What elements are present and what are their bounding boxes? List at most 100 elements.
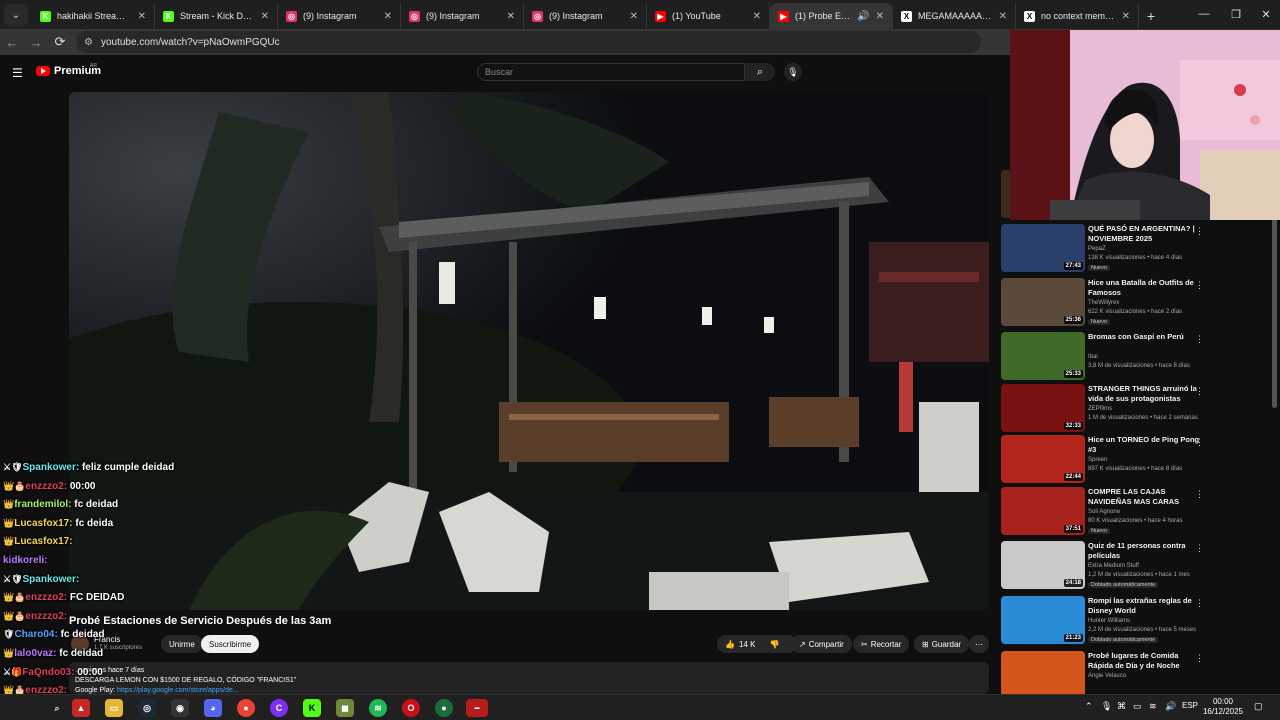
notification-icon[interactable]: ▢ (1254, 701, 1263, 712)
forward-button[interactable]: → (24, 31, 48, 53)
browser-tab[interactable]: Xno context memes e ✕ (1016, 3, 1139, 29)
video-thumbnail[interactable]: 24:18 (1001, 541, 1085, 589)
tab-close-icon[interactable]: ✕ (138, 11, 146, 22)
reload-button[interactable]: ⟳ (48, 31, 72, 53)
app-icon-red[interactable]: ▲ (72, 699, 90, 717)
more-options-icon[interactable]: ⋮ (1195, 334, 1204, 345)
video-title[interactable]: Quiz de 11 personas contra películas (1088, 541, 1203, 560)
language-indicator[interactable]: ESP (1182, 701, 1198, 710)
more-actions-button[interactable]: ⋯ (969, 635, 989, 653)
recommendation-item[interactable]: 25:36 Hice una Batalla de Outfits de Famo… (1001, 278, 1271, 328)
search-button[interactable]: ⌕ (745, 63, 775, 81)
chat-username[interactable]: Lucasfox17: (14, 536, 72, 547)
clock[interactable]: 00:00 16/12/2025 (1198, 697, 1248, 717)
tab-close-icon[interactable]: ✕ (630, 11, 638, 22)
video-thumbnail[interactable] (1001, 651, 1085, 699)
microphone-tray-icon[interactable]: 🎙 (1101, 701, 1112, 712)
minecraft-icon[interactable]: ◼ (336, 699, 354, 717)
chat-username[interactable]: frandemilol: (14, 499, 71, 510)
save-button[interactable]: ⊞ Guardar (914, 635, 970, 653)
chat-username[interactable]: Charo04: (14, 629, 57, 640)
video-title[interactable]: Rompí las extrañas reglas de Disney Worl… (1088, 596, 1203, 615)
tab-close-icon[interactable]: ✕ (753, 11, 761, 22)
tab-close-icon[interactable]: ✕ (507, 11, 515, 22)
more-options-icon[interactable]: ⋮ (1195, 598, 1204, 609)
tab-audio-icon[interactable]: 🔊 (857, 11, 869, 22)
more-options-icon[interactable]: ⋮ (1195, 653, 1204, 664)
site-info-icon[interactable]: ⚙ (84, 37, 93, 48)
recommendation-item[interactable]: 24:18 Quiz de 11 personas contra película… (1001, 541, 1271, 591)
like-icon[interactable]: 👍 (725, 640, 735, 649)
video-thumbnail[interactable]: 25:33 (1001, 332, 1085, 380)
browser-tab[interactable]: Khakihakii Stream - W ✕ (32, 3, 155, 29)
chat-username[interactable]: Spankower: (23, 462, 80, 473)
chat-username[interactable]: enzzzo2: (25, 611, 67, 622)
tray-overflow-icon[interactable]: ⌃ (1085, 701, 1093, 712)
url-field[interactable]: ⚙ youtube.com/watch?v=pNaOwmPGQUc (76, 31, 981, 53)
video-title[interactable]: Bromas con Gaspi en Perú (1088, 332, 1203, 342)
video-thumbnail[interactable]: 22:44 (1001, 435, 1085, 483)
back-button[interactable]: ← (0, 31, 24, 53)
obs-icon[interactable]: ◉ (171, 699, 189, 717)
wifi-icon[interactable]: ≋ (1149, 701, 1157, 712)
video-thumbnail[interactable]: 32:33 (1001, 384, 1085, 432)
more-options-icon[interactable]: ⋮ (1195, 489, 1204, 500)
browser-tab[interactable]: ◎ (9) Instagram ✕ (401, 3, 524, 29)
video-thumbnail[interactable]: 37:51 (1001, 487, 1085, 535)
steam-icon[interactable]: ◎ (138, 699, 156, 717)
maximize-button[interactable]: ❐ (1220, 0, 1252, 28)
tab-close-icon[interactable]: ✕ (999, 11, 1007, 22)
more-options-icon[interactable]: ⋮ (1195, 280, 1204, 291)
video-title[interactable]: QUÉ PASÓ EN ARGENTINA? | NOVIEMBRE 2025 (1088, 224, 1203, 243)
video-title[interactable]: Hice un TORNEO de Ping Pong #3 (1088, 435, 1203, 454)
video-thumbnail[interactable]: 25:36 (1001, 278, 1085, 326)
voice-search-button[interactable]: 🎙 (784, 63, 802, 81)
video-title[interactable]: COMPRE LAS CAJAS NAVIDEÑAS MAS CARAS (1088, 487, 1203, 506)
tab-close-icon[interactable]: ✕ (384, 11, 392, 22)
recommendation-item[interactable]: 32:33 STRANGER THINGS arruinó la vida de … (1001, 384, 1271, 434)
spotify-icon[interactable]: ≋ (369, 699, 387, 717)
video-title[interactable]: Hice una Batalla de Outfits de Famosos (1088, 278, 1203, 297)
network-icon[interactable]: ⌘ (1117, 701, 1126, 712)
more-options-icon[interactable]: ⋮ (1195, 543, 1204, 554)
kick-icon[interactable]: K (303, 699, 321, 717)
volume-icon[interactable]: 🔊 (1165, 701, 1176, 712)
recommendation-item[interactable]: 21:23 Rompí las extrañas reglas de Disney… (1001, 596, 1271, 646)
chat-username[interactable]: lalo0vaz: (14, 648, 56, 659)
recommendation-item[interactable]: 37:51 COMPRE LAS CAJAS NAVIDEÑAS MAS CARA… (1001, 487, 1271, 537)
youtube-logo[interactable]: Premium AR (36, 63, 101, 77)
tab-search-button[interactable]: ⌄ (4, 4, 28, 26)
display-icon[interactable]: ▭ (1133, 701, 1142, 712)
opera-icon[interactable]: O (402, 699, 420, 717)
video-title[interactable]: Probé lugares de Comida Rápida de Día y … (1088, 651, 1203, 670)
file-explorer-icon[interactable]: ▭ (105, 699, 123, 717)
new-tab-button[interactable]: + (1139, 3, 1163, 29)
app-icon-purple[interactable]: C (270, 699, 288, 717)
chrome-icon[interactable]: ● (237, 699, 255, 717)
clip-button[interactable]: ✂ Recortar (853, 635, 910, 653)
menu-icon[interactable]: ☰ (12, 66, 23, 80)
tab-close-icon[interactable]: ✕ (1122, 11, 1130, 22)
video-thumbnail[interactable]: 21:23 (1001, 596, 1085, 644)
chat-username[interactable]: Spankower: (23, 574, 80, 585)
chat-username[interactable]: FaQndo03: (22, 667, 74, 678)
chat-username[interactable]: enzzzo2: (25, 481, 67, 492)
recommendation-item[interactable]: 27:43 QUÉ PASÓ EN ARGENTINA? | NOVIEMBRE … (1001, 224, 1271, 274)
tab-close-icon[interactable]: ✕ (876, 11, 884, 22)
browser-tab[interactable]: X MEGAMAAAAAAAA ✕ (893, 3, 1016, 29)
search-icon[interactable]: ⌕ (48, 699, 66, 717)
dislike-icon[interactable]: 👎 (769, 640, 779, 649)
close-window-button[interactable]: ✕ (1250, 0, 1280, 28)
chrome-active-icon[interactable]: ● (435, 699, 453, 717)
browser-tab[interactable]: ▶ (1) YouTube ✕ (647, 3, 770, 29)
chat-username[interactable]: Lucasfox17: (14, 518, 72, 529)
app-icon-banner[interactable]: ▬ (466, 699, 488, 717)
share-button[interactable]: ↗ Compartir (791, 635, 852, 653)
browser-tab[interactable]: K Stream - Kick Dashbo ✕ (155, 3, 278, 29)
video-thumbnail[interactable]: 27:43 (1001, 224, 1085, 272)
search-input[interactable]: Buscar (477, 63, 745, 81)
browser-tab[interactable]: ▶ (1) Probe Estacio 🔊 ✕ (770, 3, 893, 29)
more-options-icon[interactable]: ⋮ (1195, 386, 1204, 397)
recommendation-item[interactable]: 22:44 Hice un TORNEO de Ping Pong #3 Spree… (1001, 435, 1271, 485)
tab-close-icon[interactable]: ✕ (261, 11, 269, 22)
